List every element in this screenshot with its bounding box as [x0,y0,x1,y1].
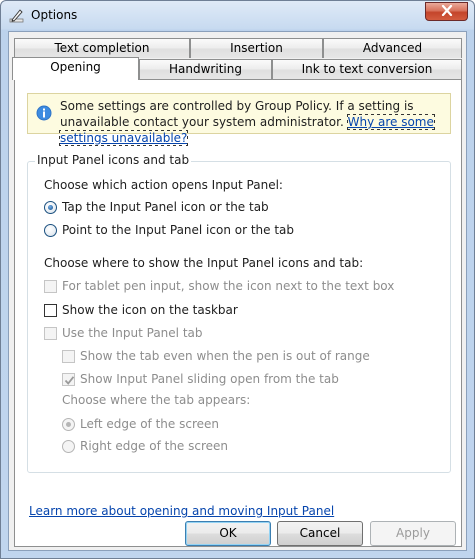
sliding-open-checkbox[interactable] [62,372,75,386]
apply-button[interactable]: Apply [370,521,456,546]
opening-tab-panel: Some settings are controlled by Group Po… [14,79,462,547]
group-policy-message: Some settings are controlled by Group Po… [59,98,450,146]
radio-left-edge-button[interactable] [62,417,75,431]
use-tab-checkbox[interactable] [44,326,57,340]
learn-more-link[interactable]: Learn more about opening and moving Inpu… [29,504,334,518]
radio-point-button[interactable] [44,223,57,237]
radio-right-edge-label: Right edge of the screen [80,439,229,453]
radio-tap-icon-or-tab[interactable]: Tap the Input Panel icon or the tab [44,199,269,215]
use-tab-label: Use the Input Panel tab [62,326,203,340]
cancel-button[interactable]: Cancel [277,521,363,546]
group-policy-info-bar: Some settings are controlled by Group Po… [27,93,451,146]
window-title: Options [31,8,78,22]
tab-appears-prompt: Choose where the tab appears: [62,393,251,407]
tab-text-completion[interactable]: Text completion [14,38,190,58]
tab-ink-to-text-conversion[interactable]: Ink to text conversion [272,59,462,79]
checkbox-tablet-pen-icon[interactable]: For tablet pen input, show the icon next… [44,278,394,294]
radio-right-edge[interactable]: Right edge of the screen [62,438,228,454]
radio-left-edge-label: Left edge of the screen [80,417,219,431]
group-title: Input Panel icons and tab [35,153,192,167]
show-out-of-range-checkbox[interactable] [62,349,75,363]
checkbox-sliding-open[interactable]: Show Input Panel sliding open from the t… [62,371,339,387]
tablet-pen-checkbox[interactable] [44,279,57,293]
title-bar[interactable]: Options [1,1,474,31]
radio-point-icon-or-tab[interactable]: Point to the Input Panel icon or the tab [44,222,294,238]
tab-advanced[interactable]: Advanced [323,38,462,58]
checkbox-use-tab[interactable]: Use the Input Panel tab [44,325,203,341]
checkmark-icon [64,375,75,385]
input-panel-icons-group: Input Panel icons and tab Choose which a… [27,153,451,473]
tablet-pen-label: For tablet pen input, show the icon next… [62,279,395,293]
tab-opening[interactable]: Opening [12,57,139,80]
taskbar-checkbox[interactable] [44,303,57,317]
radio-point-label: Point to the Input Panel icon or the tab [62,223,295,237]
checkbox-taskbar-icon[interactable]: Show the icon on the taskbar [44,302,238,318]
close-icon [441,4,453,19]
radio-right-edge-button[interactable] [62,439,75,453]
radio-left-edge[interactable]: Left edge of the screen [62,416,219,432]
radio-tap-label: Tap the Input Panel icon or the tab [62,200,269,214]
info-icon [36,105,52,121]
checkbox-show-out-of-range[interactable]: Show the tab even when the pen is out of… [62,348,370,364]
show-out-of-range-label: Show the tab even when the pen is out of… [80,349,370,363]
sliding-open-label: Show Input Panel sliding open from the t… [80,372,339,386]
action-prompt: Choose which action opens Input Panel: [44,178,283,192]
tab-insertion[interactable]: Insertion [190,38,323,58]
taskbar-label: Show the icon on the taskbar [62,303,238,317]
close-button[interactable] [425,2,468,21]
ok-button[interactable]: OK [185,521,271,546]
where-prompt: Choose where to show the Input Panel ico… [44,256,364,270]
radio-tap-button[interactable] [44,200,57,214]
options-window: Options Text completion Insertion Advanc… [0,0,475,559]
tab-handwriting[interactable]: Handwriting [139,59,272,79]
dialog-client-area: Text completion Insertion Advanced Openi… [8,31,467,551]
pen-options-icon [9,8,25,24]
